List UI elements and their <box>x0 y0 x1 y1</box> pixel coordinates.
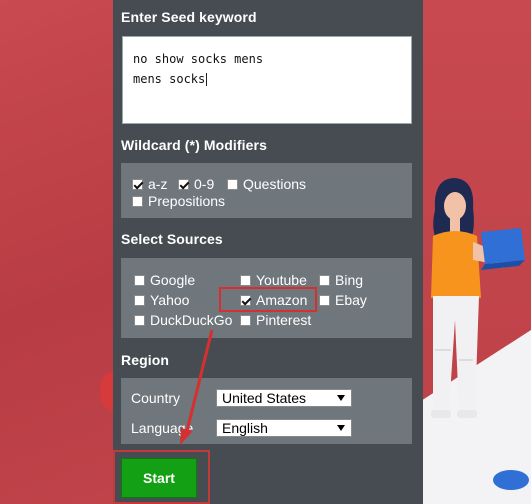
woman-laptop-illustration <box>431 178 529 490</box>
